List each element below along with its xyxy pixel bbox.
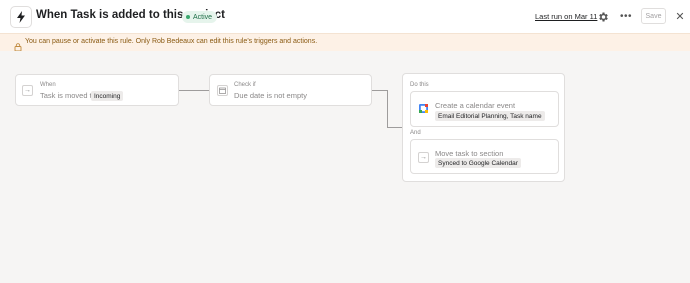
action-value: Email Editorial Planning, Task name xyxy=(435,111,545,121)
trigger-text: Task is moved to xyxy=(40,91,96,100)
status-dot-icon xyxy=(186,15,190,19)
connector-line xyxy=(387,127,403,128)
connector-line xyxy=(372,90,387,91)
condition-text: Due date is not empty xyxy=(234,91,307,100)
condition-label: Check if xyxy=(234,82,256,88)
status-badge: Active xyxy=(182,11,218,23)
connector-line xyxy=(179,90,209,91)
action-text: Move task to section xyxy=(435,149,504,158)
info-banner: You can pause or activate this rule. Onl… xyxy=(0,33,690,52)
last-run-link[interactable]: Last run on Mar 11 xyxy=(535,12,597,21)
trigger-label: When xyxy=(40,82,56,88)
lightning-icon[interactable] xyxy=(10,6,32,28)
trigger-card[interactable]: → When Task is moved to Incoming xyxy=(15,74,179,106)
lock-icon xyxy=(14,38,22,52)
trigger-value: Incoming xyxy=(91,91,124,101)
arrow-right-icon: → xyxy=(22,85,33,96)
google-calendar-icon xyxy=(418,103,429,114)
actions-card: Do this Create a calendar event Email Ed… xyxy=(402,73,565,182)
connector-line xyxy=(387,90,388,128)
close-icon[interactable]: ✕ xyxy=(674,9,686,23)
arrow-right-icon: → xyxy=(418,152,429,163)
condition-card[interactable]: Check if Due date is not empty xyxy=(209,74,372,106)
action-value: Synced to Google Calendar xyxy=(435,158,521,168)
more-icon[interactable]: ••• xyxy=(619,9,633,23)
status-label: Active xyxy=(193,13,213,21)
header: When Task is added to this project Activ… xyxy=(0,0,690,33)
action-item[interactable]: → Move task to section Synced to Google … xyxy=(410,139,559,174)
action-text: Create a calendar event xyxy=(435,101,516,110)
action-item[interactable]: Create a calendar event Email Editorial … xyxy=(410,91,559,127)
gear-icon[interactable] xyxy=(597,10,609,22)
calendar-icon xyxy=(217,85,228,96)
banner-text: You can pause or activate this rule. Onl… xyxy=(25,38,318,45)
save-button[interactable]: Save xyxy=(641,8,666,24)
and-label: And xyxy=(410,130,421,136)
actions-label: Do this xyxy=(410,82,429,88)
